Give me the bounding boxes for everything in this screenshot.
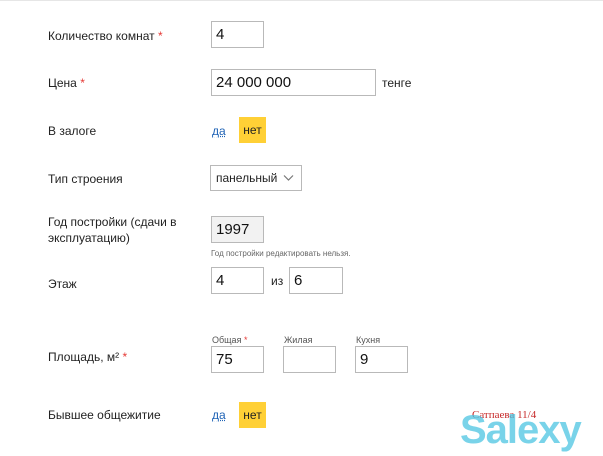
- top-divider: [0, 0, 603, 1]
- area-label: Площадь, м² *: [48, 349, 127, 365]
- building-type-value: панельный: [216, 171, 278, 185]
- floor-of-text: из: [271, 274, 284, 288]
- price-label: Цена *: [48, 75, 85, 91]
- chevron-down-icon: [283, 175, 294, 181]
- rooms-input[interactable]: [211, 21, 264, 48]
- price-label-text: Цена: [48, 76, 77, 90]
- dormitory-yes-option[interactable]: да: [212, 408, 226, 422]
- building-type-select[interactable]: панельный: [210, 165, 302, 191]
- pledge-no-button[interactable]: нет: [239, 117, 266, 143]
- pledge-label: В залоге: [48, 124, 97, 138]
- price-required-mark: *: [80, 76, 85, 90]
- rooms-required-mark: *: [157, 29, 163, 43]
- year-built-label-line1: Год постройки (сдачи в: [48, 215, 177, 229]
- area-total-label: Общая *: [212, 335, 247, 345]
- area-kitchen-label: Кухня: [356, 335, 381, 345]
- area-total-label-text: Общая: [212, 335, 242, 345]
- floor-label: Этаж: [48, 277, 77, 291]
- year-built-note: Год постройки редактировать нельзя.: [211, 249, 351, 258]
- area-living-label: Жилая: [284, 335, 313, 345]
- year-built-label-line2: эксплуатацию): [48, 231, 130, 245]
- price-input[interactable]: [211, 69, 376, 96]
- building-type-label: Тип строения: [48, 172, 123, 186]
- area-living-input[interactable]: [283, 346, 336, 373]
- rooms-label-text: Количество комнат: [48, 29, 155, 43]
- year-built-label: Год постройки (сдачи в эксплуатацию): [48, 214, 198, 246]
- area-required-mark: *: [122, 350, 128, 364]
- pledge-yes-option[interactable]: да: [212, 124, 226, 138]
- floor-total-input[interactable]: [289, 267, 343, 294]
- dormitory-no-button[interactable]: нет: [239, 402, 266, 428]
- dormitory-label: Бывшее общежитие: [48, 408, 161, 422]
- area-total-input[interactable]: [211, 346, 264, 373]
- area-label-text: Площадь, м²: [48, 350, 120, 364]
- year-built-input: [211, 216, 264, 243]
- area-total-required-mark: *: [243, 335, 248, 345]
- rooms-label: Количество комнат *: [48, 28, 163, 44]
- floor-input[interactable]: [211, 267, 264, 294]
- price-unit: тенге: [382, 76, 412, 90]
- salexy-watermark: Salexy: [460, 408, 582, 452]
- area-kitchen-input[interactable]: [355, 346, 408, 373]
